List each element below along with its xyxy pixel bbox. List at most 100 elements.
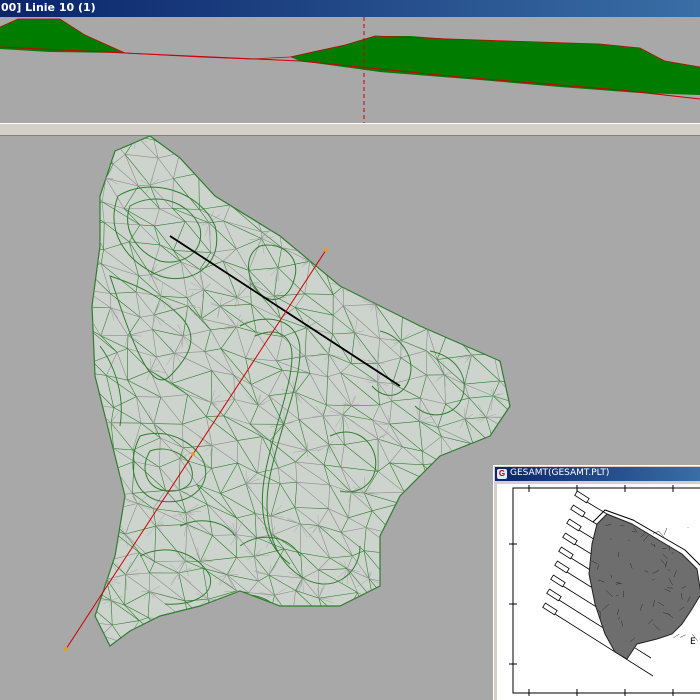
mesh-hatch xyxy=(101,503,113,513)
plan-view[interactable]: G GESAMT(GESAMT.PLT) E xyxy=(0,136,700,700)
mesh-edge xyxy=(226,155,257,166)
mesh-hatch xyxy=(227,624,243,627)
overview-window[interactable]: G GESAMT(GESAMT.PLT) E xyxy=(493,465,700,700)
mesh-edge xyxy=(415,239,445,274)
mesh-hatch xyxy=(313,613,325,619)
mesh-hatch xyxy=(365,153,376,161)
mesh-edge xyxy=(464,244,502,246)
mesh-hatch xyxy=(90,502,91,517)
mesh-hatch xyxy=(271,193,277,204)
mesh-edge xyxy=(423,601,451,626)
mesh-edge xyxy=(474,136,502,157)
mesh-edge xyxy=(84,474,89,490)
mesh-edge xyxy=(299,136,305,155)
mesh-hatch xyxy=(92,504,103,513)
mesh-hatch xyxy=(250,137,257,140)
mesh-hatch xyxy=(250,136,258,140)
mesh-edge xyxy=(92,578,107,581)
mesh-hatch xyxy=(442,539,453,547)
mesh-hatch xyxy=(425,260,428,273)
mesh-hatch xyxy=(268,217,280,231)
mesh-edge xyxy=(83,290,85,307)
mesh-edge xyxy=(92,536,111,561)
mesh-hatch xyxy=(379,175,389,183)
mesh-edge xyxy=(327,218,342,240)
mesh-edge xyxy=(365,238,372,262)
mesh-edge xyxy=(77,553,87,581)
mesh-hatch xyxy=(520,250,530,259)
cross-section-marker-box xyxy=(554,560,570,574)
overview-title-bar[interactable]: G GESAMT(GESAMT.PLT) xyxy=(495,467,700,481)
mesh-edge xyxy=(451,207,478,210)
mesh-edge xyxy=(427,159,448,176)
mesh-edge xyxy=(425,271,446,290)
mesh-hatch xyxy=(189,611,196,623)
mesh-edge xyxy=(424,600,453,602)
view-splitter[interactable] xyxy=(0,123,700,136)
mesh-hatch xyxy=(442,136,445,148)
mesh-hatch xyxy=(506,281,510,290)
mesh-edge xyxy=(473,179,498,201)
mesh-hatch xyxy=(427,159,436,161)
mesh-edge xyxy=(365,237,400,254)
mesh-edge xyxy=(101,511,109,528)
mesh-edge xyxy=(475,290,495,317)
alignment-start-point[interactable] xyxy=(64,647,68,651)
mesh-edge xyxy=(304,136,323,157)
mesh-edge xyxy=(428,136,443,143)
mesh-edge xyxy=(450,507,473,538)
mesh-hatch xyxy=(511,206,513,213)
mesh-edge xyxy=(226,624,237,646)
mesh-edge xyxy=(425,620,451,626)
alignment-node-point[interactable] xyxy=(191,452,195,456)
mesh-edge xyxy=(327,205,329,219)
main-title-bar[interactable]: 00] Linie 10 (1) xyxy=(0,0,700,17)
mesh-edge xyxy=(341,224,350,240)
mesh-hatch xyxy=(497,213,500,222)
mesh-hatch xyxy=(345,153,352,159)
mesh-hatch xyxy=(439,248,454,251)
mesh-hatch xyxy=(364,151,376,154)
mesh-edge xyxy=(404,293,424,296)
mesh-hatch xyxy=(440,535,449,539)
mesh-hatch xyxy=(413,171,430,173)
mesh-edge xyxy=(324,642,350,644)
mesh-edge xyxy=(255,174,273,204)
mesh-hatch xyxy=(411,272,427,275)
mesh-edge xyxy=(427,142,429,161)
mesh-hatch xyxy=(316,615,325,619)
mesh-edge xyxy=(438,574,454,602)
mesh-hatch xyxy=(345,147,350,159)
mesh-edge xyxy=(414,504,450,537)
alignment-end-point[interactable] xyxy=(324,248,328,252)
mesh-hatch xyxy=(277,146,283,153)
mesh-hatch xyxy=(372,283,379,291)
mesh-edge xyxy=(237,175,250,198)
mesh-hatch xyxy=(468,148,470,162)
mesh-hatch xyxy=(416,576,428,582)
mesh-hatch xyxy=(507,248,510,251)
mesh-edge xyxy=(345,153,376,159)
mesh-edge xyxy=(250,139,278,153)
mesh-hatch xyxy=(311,633,325,643)
mesh-hatch xyxy=(428,142,439,145)
mesh-hatch xyxy=(101,549,111,561)
mesh-hatch xyxy=(472,483,478,488)
mesh-edge xyxy=(374,153,389,177)
mesh-hatch xyxy=(415,504,425,510)
mesh-edge xyxy=(413,171,453,209)
mesh-hatch xyxy=(432,136,443,145)
mesh-hatch xyxy=(345,158,357,161)
mesh-hatch xyxy=(404,288,410,295)
longitudinal-profile-view[interactable] xyxy=(0,17,700,123)
mesh-edge xyxy=(391,583,425,602)
mesh-hatch xyxy=(341,239,347,244)
mesh-hatch xyxy=(277,152,279,164)
mesh-edge xyxy=(378,283,405,296)
mesh-edge xyxy=(92,327,94,362)
mesh-hatch xyxy=(276,141,278,153)
mesh-edge xyxy=(486,509,488,529)
mesh-hatch xyxy=(189,616,191,623)
overview-canvas-area[interactable]: E xyxy=(497,484,700,700)
mesh-hatch xyxy=(208,635,212,646)
